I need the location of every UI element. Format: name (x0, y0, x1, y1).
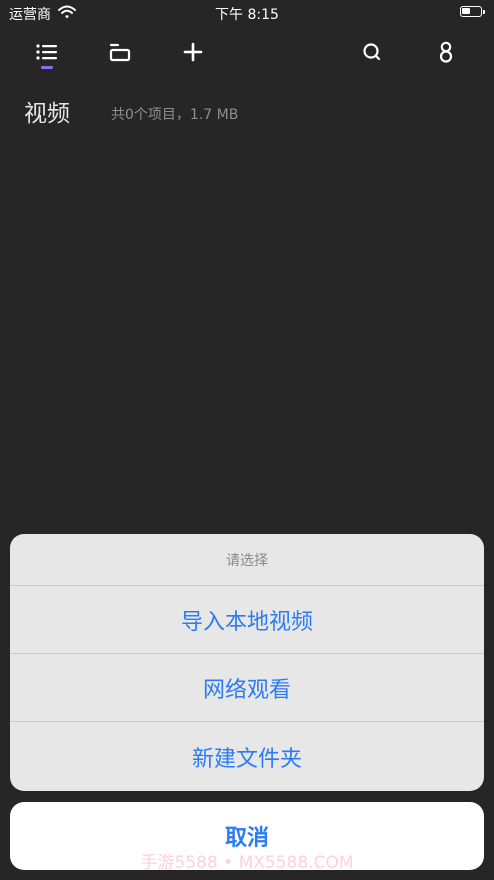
cancel-button[interactable]: 取消 (10, 802, 484, 870)
action-sheet: 请选择 导入本地视频 网络观看 新建文件夹 (10, 534, 484, 791)
status-time: 下午 8:15 (215, 7, 279, 23)
list-view-button[interactable] (31, 36, 63, 68)
page-title: 视频 (24, 101, 70, 127)
action-sheet-title: 请选择 (10, 534, 484, 586)
search-button[interactable] (356, 36, 388, 68)
top-toolbar (0, 32, 494, 76)
plus-icon (183, 42, 203, 62)
status-bar: 运营商 下午 8:15 (0, 0, 494, 26)
import-local-video-button[interactable]: 导入本地视频 (10, 586, 484, 654)
item-summary: 共0个项目，1.7 MB (111, 107, 239, 123)
active-tab-indicator (41, 66, 53, 69)
battery-icon (460, 6, 485, 17)
watch-online-button[interactable]: 网络观看 (10, 654, 484, 722)
new-folder-button[interactable]: 新建文件夹 (10, 722, 484, 791)
user-icon (439, 41, 453, 63)
profile-button[interactable] (430, 36, 462, 68)
list-icon (36, 44, 57, 60)
search-icon (363, 43, 381, 61)
folder-button[interactable] (104, 36, 136, 68)
folder-icon (109, 43, 131, 62)
add-button[interactable] (177, 36, 209, 68)
